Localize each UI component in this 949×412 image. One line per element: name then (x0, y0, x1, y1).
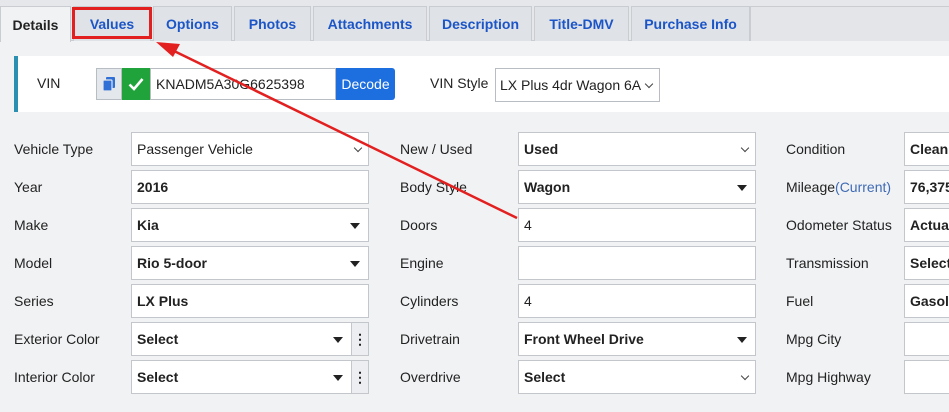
engine-field[interactable] (518, 246, 756, 280)
vin-valid-indicator (122, 68, 150, 100)
label-odometer-status: Odometer Status (786, 217, 892, 233)
caret-down-icon (350, 261, 360, 267)
make-value: Kia (137, 217, 159, 233)
overdrive-select[interactable]: Select (518, 360, 756, 394)
make-select[interactable]: Kia (131, 208, 369, 242)
label-fuel: Fuel (786, 293, 814, 309)
vin-style-label: VIN Style (430, 75, 489, 91)
vehicle-type-value: Passenger Vehicle (137, 141, 253, 157)
new-used-select[interactable]: Used (518, 132, 756, 166)
chevron-down-icon (740, 143, 750, 153)
interior-color-value: Select (137, 369, 179, 385)
label-make: Make (14, 217, 49, 233)
tab-label: Title-DMV (549, 16, 614, 32)
tab-label: Purchase Info (644, 16, 737, 32)
label-mileage: Mileage(Current) (786, 179, 891, 195)
label-drivetrain: Drivetrain (400, 331, 460, 347)
vin-panel: VIN KNADM5A30G6625398 Decode VIN Style L… (14, 56, 949, 112)
tab-title-dmv[interactable]: Title-DMV (534, 6, 629, 41)
vehicle-type-select[interactable]: Passenger Vehicle (131, 132, 369, 166)
label-vehicle-type: Vehicle Type (14, 141, 94, 157)
tab-purchase-info[interactable]: Purchase Info (631, 6, 750, 41)
label-cylinders: Cylinders (400, 293, 459, 309)
series-field[interactable]: LX Plus (131, 284, 369, 318)
caret-down-icon (737, 337, 747, 343)
transmission-select[interactable]: Select (904, 246, 949, 280)
mpg-city-field[interactable] (904, 322, 949, 356)
tab-bar-filler (750, 6, 949, 41)
label-engine: Engine (400, 255, 444, 271)
copy-button[interactable] (96, 68, 122, 100)
drivetrain-value: Front Wheel Drive (524, 331, 644, 347)
label-year: Year (14, 179, 43, 195)
label-model: Model (14, 255, 53, 271)
kebab-icon: ⋮ (353, 330, 367, 347)
label-series: Series (14, 293, 54, 309)
exterior-color-more-button[interactable]: ⋮ (351, 322, 369, 356)
odometer-status-select[interactable]: Actual (904, 208, 949, 242)
label-transmission: Transmission (786, 255, 869, 271)
tab-details[interactable]: Details (0, 6, 71, 42)
label-doors: Doors (400, 217, 438, 233)
chevron-down-icon (740, 371, 750, 381)
caret-down-icon (333, 375, 343, 381)
interior-color-select[interactable]: Select (131, 360, 352, 394)
label-mpg-highway: Mpg Highway (786, 369, 871, 385)
tab-label: Description (441, 16, 519, 32)
tab-description[interactable]: Description (429, 6, 532, 41)
mileage-label-text: Mileage (786, 179, 836, 195)
caret-down-icon (333, 337, 343, 343)
label-new-used: New / Used (400, 141, 473, 157)
drivetrain-select[interactable]: Front Wheel Drive (518, 322, 756, 356)
label-overdrive: Overdrive (400, 369, 461, 385)
caret-down-icon (737, 185, 747, 191)
exterior-color-select[interactable]: Select (131, 322, 352, 356)
mpg-highway-field[interactable] (904, 360, 949, 394)
kebab-icon: ⋮ (353, 368, 367, 385)
overdrive-value: Select (524, 369, 566, 385)
vin-style-value: LX Plus 4dr Wagon 6A (500, 77, 642, 93)
vin-input[interactable]: KNADM5A30G6625398 (150, 68, 336, 100)
model-value: Rio 5-door (137, 255, 207, 271)
chevron-down-icon (353, 143, 363, 153)
tab-label: Options (166, 16, 219, 32)
doors-field[interactable]: 4 (518, 208, 756, 242)
vin-style-select[interactable]: LX Plus 4dr Wagon 6A (495, 68, 660, 102)
decode-button[interactable]: Decode (336, 68, 395, 100)
tab-label: Attachments (327, 16, 413, 32)
label-body-style: Body Style (400, 179, 467, 195)
vin-label: VIN (37, 75, 61, 91)
tab-label: Photos (248, 16, 297, 32)
checkmark-icon (128, 78, 144, 91)
copy-icon (103, 77, 115, 91)
tab-label: Details (12, 16, 59, 33)
tab-options[interactable]: Options (153, 6, 232, 41)
body-style-select[interactable]: Wagon (518, 170, 756, 204)
condition-select[interactable]: Clean (904, 132, 949, 166)
label-condition: Condition (786, 141, 846, 157)
interior-color-more-button[interactable]: ⋮ (351, 360, 369, 394)
label-exterior-color: Exterior Color (14, 331, 100, 347)
cylinders-field[interactable]: 4 (518, 284, 756, 318)
year-field[interactable]: 2016 (131, 170, 369, 204)
mileage-label-sub: (Current) (835, 179, 892, 195)
caret-down-icon (350, 223, 360, 229)
fuel-select[interactable]: Gasoline (904, 284, 949, 318)
new-used-value: Used (524, 141, 559, 157)
tab-photos[interactable]: Photos (234, 6, 311, 41)
tab-attachments[interactable]: Attachments (313, 6, 427, 41)
annotation-highlight-box (72, 7, 152, 39)
body-style-value: Wagon (524, 179, 571, 195)
label-mpg-city: Mpg City (786, 331, 842, 347)
mileage-field[interactable]: 76,375 (904, 170, 949, 204)
label-interior-color: Interior Color (14, 369, 95, 385)
exterior-color-value: Select (137, 331, 179, 347)
model-select[interactable]: Rio 5-door (131, 246, 369, 280)
chevron-down-icon (644, 79, 654, 89)
